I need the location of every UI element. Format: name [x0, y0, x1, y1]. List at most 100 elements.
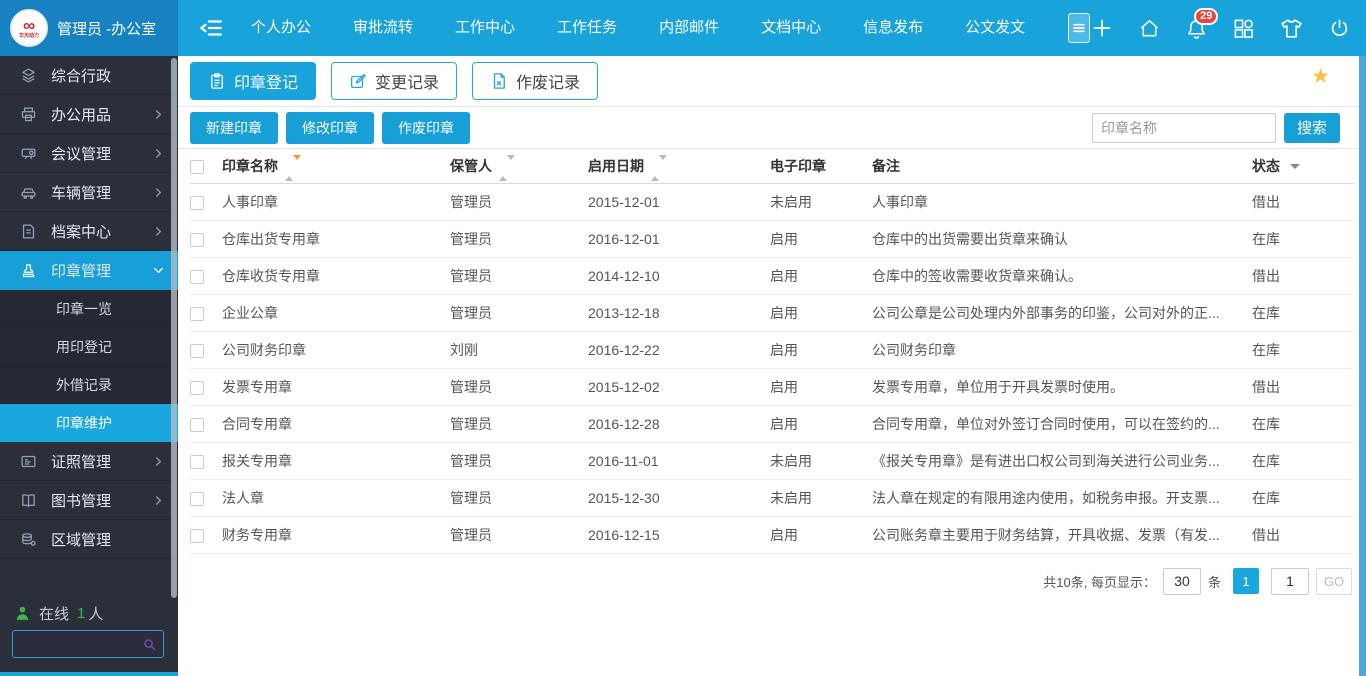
chevron-right-icon: [153, 148, 164, 159]
sidebar-item-meeting-mgmt[interactable]: 会议管理: [0, 134, 178, 173]
col-enable-date[interactable]: 启用日期: [588, 149, 770, 183]
cell-date: 2016-12-22: [588, 331, 770, 368]
top-bar: ∞ 华天动力 管理员 -办公室 个人办公 审批流转 工作中心 工作任务 内部邮件…: [0, 0, 1366, 56]
nav-document-center[interactable]: 文档中心: [740, 0, 842, 56]
sort-icon[interactable]: [499, 160, 515, 176]
sidebar-collapse-icon[interactable]: [198, 15, 224, 41]
sidebar-scrollbar[interactable]: [171, 58, 177, 598]
cell-eseal: 启用: [770, 331, 872, 368]
nav-approval-flow[interactable]: 审批流转: [332, 0, 434, 56]
col-seal-name[interactable]: 印章名称: [222, 149, 450, 183]
sidebar-item-region-mgmt[interactable]: 区域管理: [0, 520, 178, 559]
clipboard-icon: [208, 72, 226, 90]
seal-name-search-input[interactable]: [1092, 113, 1276, 143]
current-page-button[interactable]: 1: [1233, 568, 1259, 594]
row-checkbox[interactable]: [190, 307, 204, 321]
row-checkbox[interactable]: [190, 381, 204, 395]
nav-official-docs[interactable]: 公文发文: [944, 0, 1046, 56]
table-row: 企业公章管理员2013-12-18启用公司公章是公司处理内外部事务的印鉴，公司对…: [190, 294, 1354, 331]
col-keeper[interactable]: 保管人: [450, 149, 588, 183]
nav-personal-office[interactable]: 个人办公: [230, 0, 332, 56]
power-logout-icon[interactable]: [1328, 17, 1351, 40]
tab-void-records[interactable]: 作废记录: [472, 62, 598, 100]
cell-keeper: 管理员: [450, 442, 588, 479]
sidebar-item-license-mgmt[interactable]: 证照管理: [0, 442, 178, 481]
theme-shirt-icon[interactable]: [1279, 16, 1304, 41]
main-scrollbar[interactable]: [1359, 56, 1366, 676]
header-checkbox-cell: [190, 149, 222, 183]
cell-eseal: 启用: [770, 220, 872, 257]
search-icon[interactable]: [142, 637, 157, 652]
row-checkbox[interactable]: [190, 233, 204, 247]
cell-name: 发票专用章: [222, 368, 450, 405]
table-row: 合同专用章管理员2016-12-28启用合同专用章，单位对外签订合同时使用，可以…: [190, 405, 1354, 442]
modify-seal-button[interactable]: 修改印章: [286, 112, 374, 144]
cell-note: 公司账务章主要用于财务结算，开具收据、发票（有发...: [872, 516, 1252, 553]
sidebar-search-input[interactable]: [13, 637, 142, 652]
home-icon[interactable]: [1138, 17, 1161, 40]
nav-work-tasks[interactable]: 工作任务: [536, 0, 638, 56]
sidebar-item-office-supplies[interactable]: 办公用品: [0, 95, 178, 134]
online-suffix: 人: [88, 603, 103, 624]
sidebar-bottom-bar: [0, 672, 178, 676]
cell-eseal: 未启用: [770, 442, 872, 479]
apps-grid-icon[interactable]: [1232, 17, 1255, 40]
nav-info-publish[interactable]: 信息发布: [842, 0, 944, 56]
tab-seal-register[interactable]: 印章登记: [190, 62, 316, 100]
cell-note: 公司公章是公司处理内外部事务的印鉴，公司对外的正...: [872, 294, 1252, 331]
sidebar-item-book-mgmt[interactable]: 图书管理: [0, 481, 178, 520]
sidebar-item-label: 图书管理: [51, 490, 111, 511]
cell-date: 2016-12-01: [588, 220, 770, 257]
cell-note: 法人章在规定的有限用途内使用，如税务申报。开支票...: [872, 479, 1252, 516]
sidebar-item-label: 办公用品: [51, 104, 111, 125]
favorite-star-icon[interactable]: ★: [1311, 66, 1330, 87]
table-row: 仓库收货专用章管理员2014-12-10启用仓库中的签收需要收货章来确认。借出: [190, 257, 1354, 294]
logo-infinity-glyph: ∞: [23, 17, 35, 34]
online-label: 在线: [39, 603, 69, 624]
notifications-bell-icon[interactable]: 29: [1185, 17, 1208, 40]
sidebar-item-vehicle-mgmt[interactable]: 车辆管理: [0, 173, 178, 212]
sidebar-subitem-seal-maintenance[interactable]: 印章维护: [0, 404, 178, 442]
row-checkbox[interactable]: [190, 196, 204, 210]
sidebar-item-archive-center[interactable]: 档案中心: [0, 212, 178, 251]
sidebar-item-general-admin[interactable]: 综合行政: [0, 56, 178, 95]
row-checkbox[interactable]: [190, 529, 204, 543]
cell-keeper: 管理员: [450, 183, 588, 220]
row-checkbox[interactable]: [190, 344, 204, 358]
edit-icon: [349, 72, 367, 90]
tab-bar: 印章登记 变更记录 作废记录 ★: [178, 56, 1366, 107]
chevron-down-icon: [153, 265, 164, 276]
cell-eseal: 未启用: [770, 183, 872, 220]
goto-page-input[interactable]: [1271, 568, 1309, 595]
sidebar-subitem-seal-overview[interactable]: 印章一览: [0, 290, 178, 328]
pagination-summary: 共10条, 每页显示：: [1043, 572, 1156, 591]
search-button[interactable]: 搜索: [1284, 113, 1340, 143]
more-menu-icon[interactable]: [1068, 13, 1090, 43]
sidebar-item-seal-mgmt[interactable]: 印章管理: [0, 251, 178, 290]
add-icon[interactable]: [1090, 16, 1114, 40]
stamp-icon: [20, 262, 37, 279]
row-checkbox[interactable]: [190, 270, 204, 284]
sidebar-subitem-seal-use-register[interactable]: 用印登记: [0, 328, 178, 366]
sort-icon[interactable]: [285, 160, 301, 176]
sidebar-item-label: 证照管理: [51, 451, 111, 472]
nav-work-center[interactable]: 工作中心: [434, 0, 536, 56]
void-seal-button[interactable]: 作废印章: [382, 112, 470, 144]
go-button[interactable]: GO: [1316, 568, 1352, 595]
tab-change-records[interactable]: 变更记录: [331, 62, 457, 100]
row-checkbox[interactable]: [190, 418, 204, 432]
status-filter-icon[interactable]: [1290, 164, 1300, 169]
action-toolbar: 新建印章 修改印章 作废印章 搜索: [178, 107, 1366, 149]
col-status[interactable]: 状态: [1252, 149, 1354, 183]
row-checkbox-cell: [190, 331, 222, 368]
sidebar-subitem-seal-lend-records[interactable]: 外借记录: [0, 366, 178, 404]
row-checkbox[interactable]: [190, 492, 204, 506]
nav-internal-mail[interactable]: 内部邮件: [638, 0, 740, 56]
table-row: 报关专用章管理员2016-11-01未启用《报关专用章》是有进出口权公司到海关进…: [190, 442, 1354, 479]
select-all-checkbox[interactable]: [190, 160, 204, 174]
cell-date: 2013-12-18: [588, 294, 770, 331]
page-size-input[interactable]: [1163, 568, 1201, 595]
sort-icon[interactable]: [651, 160, 667, 176]
new-seal-button[interactable]: 新建印章: [190, 112, 278, 144]
row-checkbox[interactable]: [190, 455, 204, 469]
